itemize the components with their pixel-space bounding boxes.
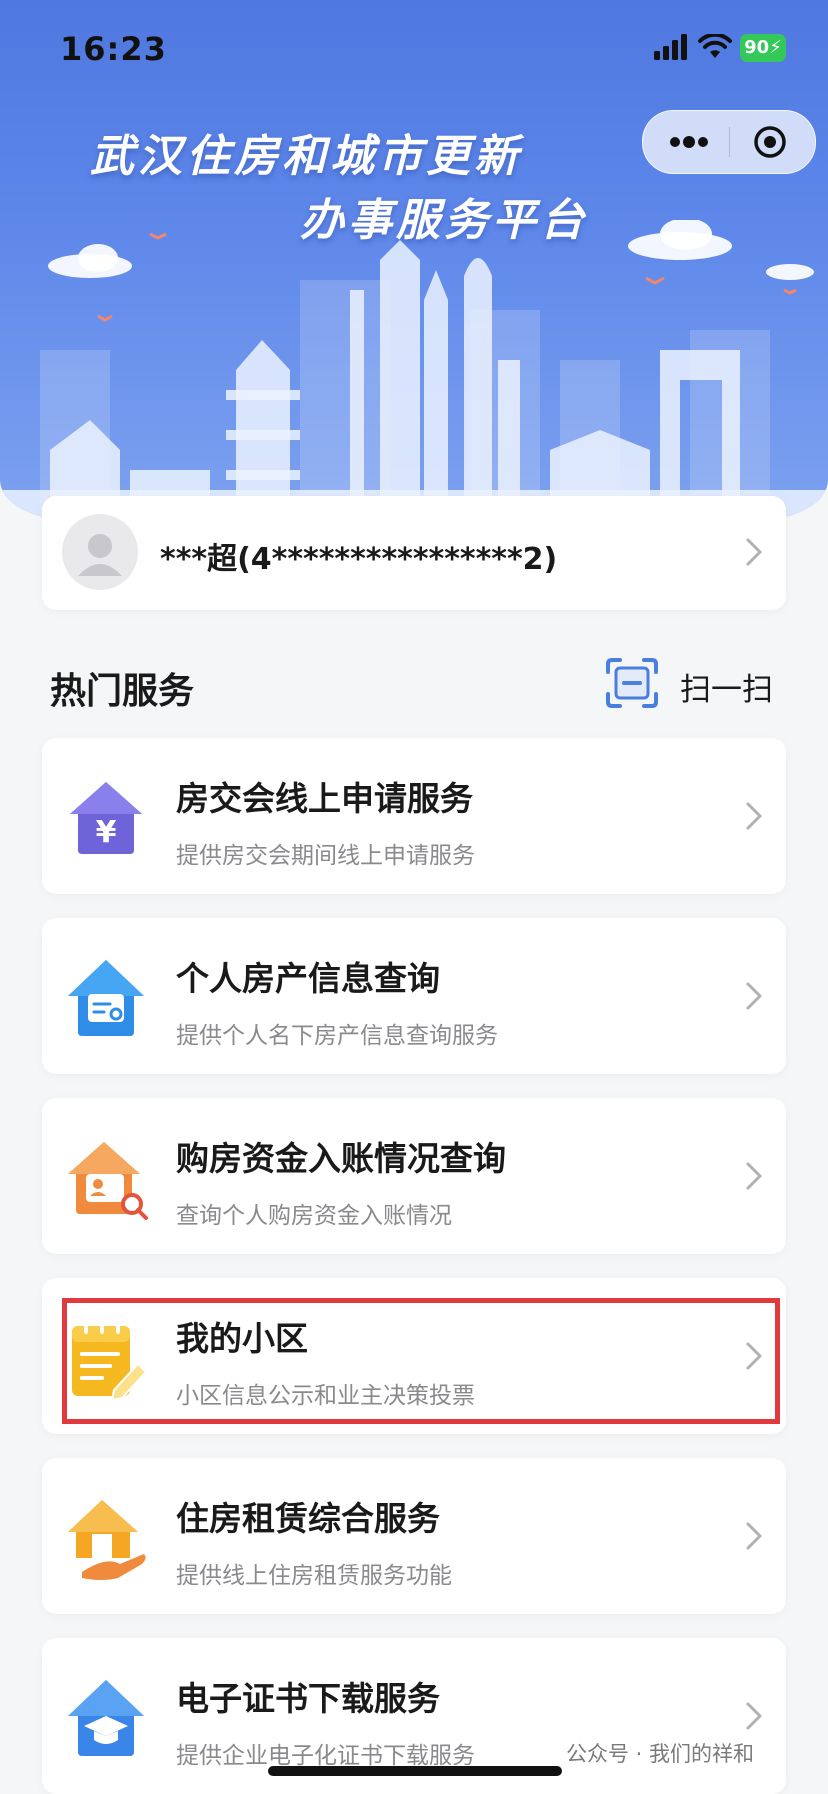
- capsule-divider: [729, 127, 730, 157]
- user-name: ***超(4****************2): [160, 542, 558, 577]
- svg-text:¥: ¥: [96, 815, 117, 850]
- avatar: [62, 514, 138, 590]
- graduation-house-icon: [68, 1680, 144, 1756]
- user-card[interactable]: ***超(4****************2): [42, 496, 786, 610]
- service-title: 电子证书下载服务: [176, 1679, 440, 1718]
- fund-search-icon: [68, 1142, 148, 1220]
- banner-title-line1: 武汉住房和城市更新: [90, 131, 522, 182]
- more-icon[interactable]: [669, 129, 709, 155]
- scan-button[interactable]: 扫一扫: [680, 664, 773, 709]
- service-title: 房交会线上申请服务: [176, 779, 473, 818]
- service-desc: 提供房交会期间线上申请服务: [176, 843, 475, 869]
- service-card-rental[interactable]: 住房租赁综合服务 提供线上住房租赁服务功能: [42, 1458, 786, 1614]
- miniprogram-capsule: [642, 110, 816, 174]
- scan-icon[interactable]: [604, 656, 660, 710]
- yuan-house-icon: ¥: [70, 782, 142, 854]
- chevron-right-icon: [746, 802, 762, 830]
- signal-icon: [654, 34, 687, 60]
- service-desc: 提供线上住房租赁服务功能: [176, 1563, 452, 1589]
- home-indicator[interactable]: [268, 1766, 562, 1776]
- status-time: 16:23: [60, 30, 167, 68]
- header-banner: 16:23 90⚡ 武汉住房和城市更新 办事服务平台: [0, 0, 828, 520]
- chevron-right-icon: [746, 538, 762, 566]
- service-card-fund-query[interactable]: 购房资金入账情况查询 查询个人购房资金入账情况: [42, 1098, 786, 1254]
- service-card-property-query[interactable]: 个人房产信息查询 提供个人名下房产信息查询服务: [42, 918, 786, 1074]
- chevron-right-icon: [746, 1702, 762, 1730]
- chevron-right-icon: [746, 1522, 762, 1550]
- close-miniprogram-icon[interactable]: [753, 125, 787, 159]
- service-desc: 查询个人购房资金入账情况: [176, 1203, 452, 1229]
- status-bar: 16:23 90⚡: [0, 0, 828, 100]
- house-hand-icon: [68, 1500, 146, 1580]
- service-desc: 提供企业电子化证书下载服务: [176, 1743, 475, 1769]
- service-desc: 提供个人名下房产信息查询服务: [176, 1023, 498, 1049]
- hot-services-title: 热门服务: [50, 671, 195, 712]
- service-title: 个人房产信息查询: [176, 959, 440, 998]
- service-title: 住房租赁综合服务: [176, 1499, 440, 1538]
- wifi-icon: [698, 34, 732, 58]
- city-skyline-illustration: [0, 220, 828, 520]
- service-card-house-fair[interactable]: ¥ 房交会线上申请服务 提供房交会期间线上申请服务: [42, 738, 786, 894]
- default-avatar-icon: [78, 534, 122, 576]
- service-title: 购房资金入账情况查询: [176, 1139, 506, 1178]
- chevron-right-icon: [746, 982, 762, 1010]
- battery-indicator: 90⚡: [740, 34, 786, 62]
- chevron-right-icon: [746, 1162, 762, 1190]
- watermark-text: 公众号 · 我们的祥和: [566, 1742, 755, 1766]
- highlight-box: [62, 1298, 780, 1424]
- house-search-icon: [68, 960, 144, 1036]
